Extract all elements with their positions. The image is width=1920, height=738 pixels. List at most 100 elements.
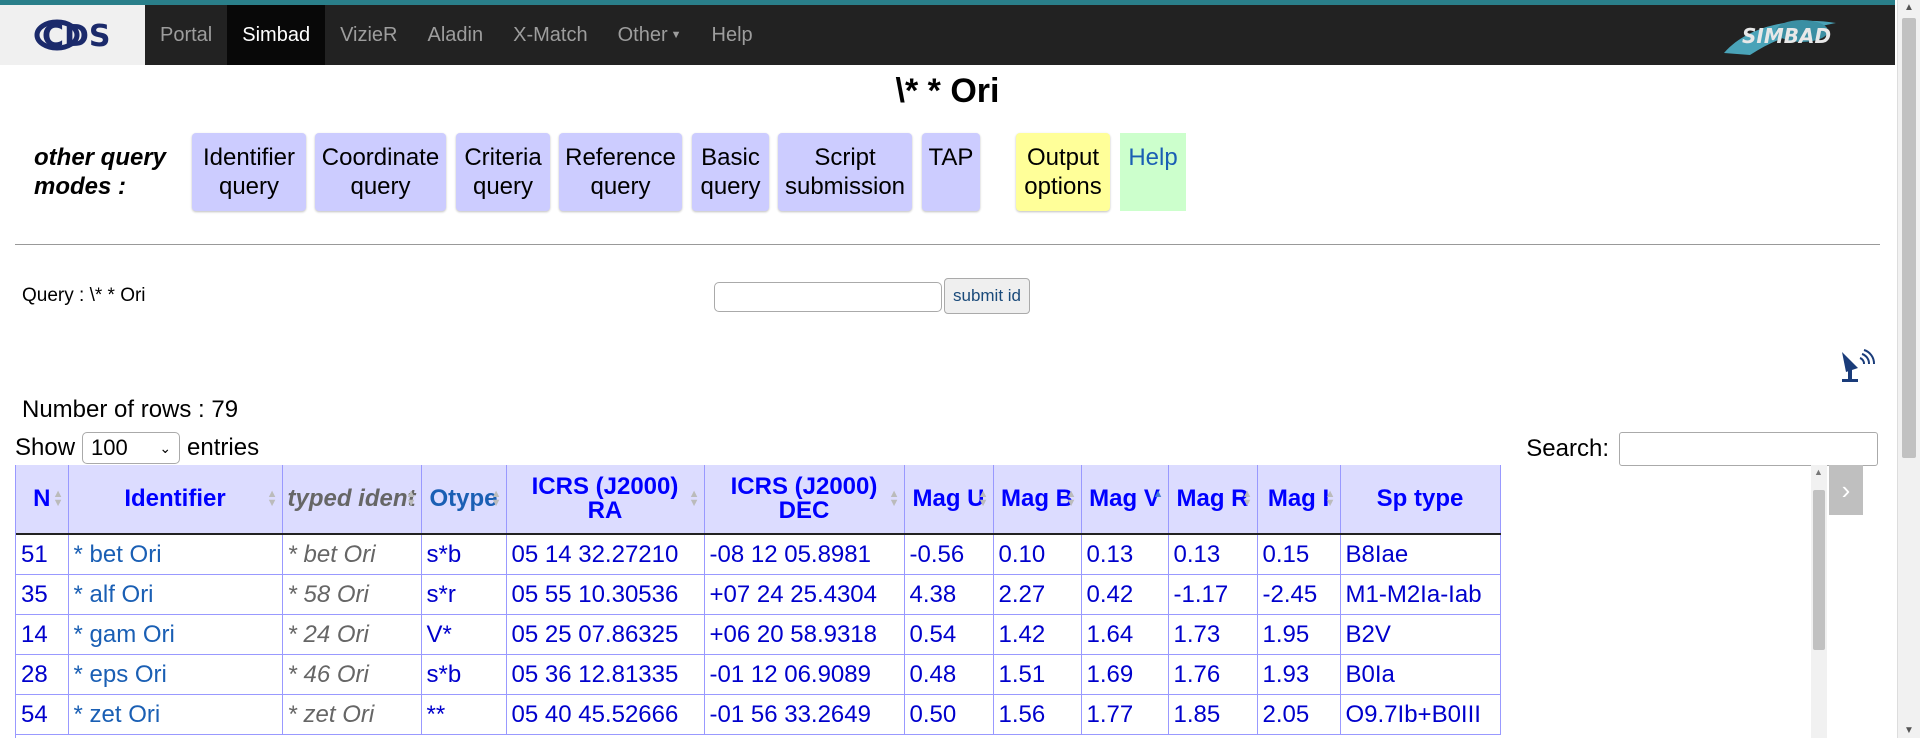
identifier-query-button[interactable]: Identifier query <box>192 133 306 211</box>
nav-xmatch[interactable]: X-Match <box>498 5 602 65</box>
col-header-mag-r[interactable]: Mag R ▲ ▼ <box>1168 465 1258 535</box>
col-header-otype[interactable]: Otype ▲ ▼ <box>421 465 507 535</box>
header-label: DEC <box>778 497 830 524</box>
criteria-query-button[interactable]: Criteria query <box>456 133 550 211</box>
button-line: query <box>700 173 761 200</box>
identifier-link[interactable]: * zet Ori <box>68 694 283 735</box>
scroll-down-icon[interactable]: ▼ <box>1904 725 1914 736</box>
coordinate-query-button[interactable]: Coordinate query <box>315 133 446 211</box>
table-cell: 1.77 <box>1081 694 1169 735</box>
show-entries: Show 100 ⌄ entries <box>15 432 259 464</box>
cds-logo[interactable]: C DS <box>0 5 145 65</box>
sort-icon: ▲ ▼ <box>1241 488 1253 509</box>
help-button[interactable]: Help <box>1120 133 1186 211</box>
button-line: Script <box>814 144 876 171</box>
query-modes-label: other query modes : <box>34 144 167 200</box>
page-scrollbar-thumb[interactable] <box>1902 18 1916 458</box>
entries-select[interactable]: 100 ⌄ <box>82 432 181 464</box>
identifier-link[interactable]: * bet Ori <box>68 534 283 575</box>
search-input[interactable] <box>1619 432 1878 466</box>
scroll-up-icon[interactable]: ▲ <box>1904 2 1914 13</box>
header-label: Mag I <box>1267 485 1330 512</box>
col-header-ra[interactable]: ICRS (J2000) RA ▲ ▼ <box>506 465 705 535</box>
header-label: RA <box>587 497 623 524</box>
scroll-up-icon[interactable]: ▲ <box>1814 467 1823 477</box>
table-scrollbar-thumb[interactable] <box>1813 490 1825 650</box>
table-cell: 0.48 <box>904 654 994 695</box>
table-cell: s*b <box>421 654 507 695</box>
results-table: N ▲ ▼ Identifier ▲ ▼ typed ident ▲ ▼ Otype ▲ ▼ I… <box>16 465 1501 735</box>
results-table-container: N ▲ ▼ Identifier ▲ ▼ typed ident ▲ ▼ Otype ▲ ▼ I… <box>15 465 1812 738</box>
sort-icon: ▲ ▼ <box>405 488 417 509</box>
table-cell: 14 <box>16 614 69 655</box>
table-cell: B8Iae <box>1340 534 1501 575</box>
col-header-n[interactable]: N ▲ ▼ <box>16 465 69 535</box>
header-label: Identifier <box>124 485 226 512</box>
col-header-mag-v[interactable]: Mag V▲▼ <box>1081 465 1169 535</box>
table-cell: 0.42 <box>1081 574 1169 615</box>
button-line: query <box>218 173 280 200</box>
col-header-typed-ident[interactable]: typed ident ▲ ▼ <box>282 465 422 535</box>
nav-simbad[interactable]: Simbad <box>227 5 326 65</box>
table-row[interactable]: 54 * zet Ori * zet Ori ** 05 40 45.52666 -01 … <box>16 694 1501 735</box>
simbad-logo-icon: SIMBAD <box>1724 20 1836 55</box>
entries-label: entries <box>187 434 260 461</box>
table-row[interactable]: 28 * eps Ori * 46 Ori s*b 05 36 12.81335 -01 … <box>16 654 1501 695</box>
table-cell: 1.56 <box>993 694 1082 735</box>
tap-button[interactable]: TAP <box>922 133 980 211</box>
header-label: Mag U <box>912 485 985 512</box>
table-cell: 1.73 <box>1168 614 1258 655</box>
nav-portal[interactable]: Portal <box>145 5 227 65</box>
col-header-dec[interactable]: ICRS (J2000) DEC ▲ ▼ <box>704 465 905 535</box>
button-line: Output <box>1026 144 1100 171</box>
nav-other-label: Other <box>617 23 668 46</box>
table-cell: -2.45 <box>1257 574 1341 615</box>
button-line: query <box>350 173 411 200</box>
col-header-mag-u[interactable]: Mag U ▲ ▼ <box>904 465 994 535</box>
nav-aladin[interactable]: Aladin <box>413 5 499 65</box>
table-scrollbar[interactable]: ▲ <box>1811 465 1827 738</box>
table-row[interactable]: 14 * gam Ori * 24 Ori V* 05 25 07.86325 +06 2… <box>16 614 1501 655</box>
submit-id-button[interactable]: submit id <box>944 278 1030 314</box>
basic-query-button[interactable]: Basic query <box>692 133 769 211</box>
samp-broadcast-icon[interactable] <box>1838 346 1880 389</box>
chevron-right-icon[interactable]: › <box>1829 465 1863 515</box>
sort-icon: ▲ ▼ <box>52 488 64 509</box>
sort-ascending-icon: ▲▼ <box>1152 488 1164 500</box>
table-cell: 1.95 <box>1257 614 1341 655</box>
identifier-input[interactable] <box>714 282 942 312</box>
nav-help[interactable]: Help <box>697 5 768 65</box>
table-cell: 54 <box>16 694 69 735</box>
sort-icon: ▲ ▼ <box>888 488 900 509</box>
identifier-link[interactable]: * gam Ori <box>68 614 283 655</box>
col-header-identifier[interactable]: Identifier ▲ ▼ <box>68 465 283 535</box>
table-cell: 05 36 12.81335 <box>506 654 705 695</box>
col-header-sp-type[interactable]: Sp type <box>1340 465 1501 535</box>
script-submission-button[interactable]: Script submission <box>778 133 912 211</box>
table-cell: 0.13 <box>1081 534 1169 575</box>
nav-vizier[interactable]: VizieR <box>325 5 412 65</box>
col-header-mag-b[interactable]: Mag B ▲ ▼ <box>993 465 1082 535</box>
table-row[interactable]: 35 * alf Ori * 58 Ori s*r 05 55 10.30536 +07 … <box>16 574 1501 615</box>
page-scrollbar[interactable]: ▲ ▼ <box>1897 0 1920 738</box>
output-options-button[interactable]: Output options <box>1016 133 1110 211</box>
svg-text:SIMBAD: SIMBAD <box>1742 24 1831 48</box>
svg-text:C: C <box>42 19 64 54</box>
table-cell: 1.42 <box>993 614 1082 655</box>
table-cell: 1.76 <box>1168 654 1258 695</box>
table-cell: 0.13 <box>1168 534 1258 575</box>
button-line: Reference <box>565 144 676 171</box>
simbad-logo[interactable]: SIMBAD <box>1720 13 1840 64</box>
table-row[interactable]: 51 * bet Ori * bet Ori s*b 05 14 32.27210 -08… <box>16 534 1501 575</box>
entries-value: 100 <box>91 435 128 460</box>
col-header-mag-i[interactable]: Mag I ▲ ▼ <box>1257 465 1341 535</box>
identifier-link[interactable]: * eps Ori <box>68 654 283 695</box>
table-cell: -0.56 <box>904 534 994 575</box>
nav-other[interactable]: Other ▼ <box>603 5 697 65</box>
sort-icon: ▲ ▼ <box>266 488 278 509</box>
table-cell: 05 25 07.86325 <box>506 614 705 655</box>
header-label: Otype <box>429 485 498 512</box>
table-cell: * 58 Ori <box>282 574 422 615</box>
reference-query-button[interactable]: Reference query <box>559 133 682 211</box>
identifier-link[interactable]: * alf Ori <box>68 574 283 615</box>
